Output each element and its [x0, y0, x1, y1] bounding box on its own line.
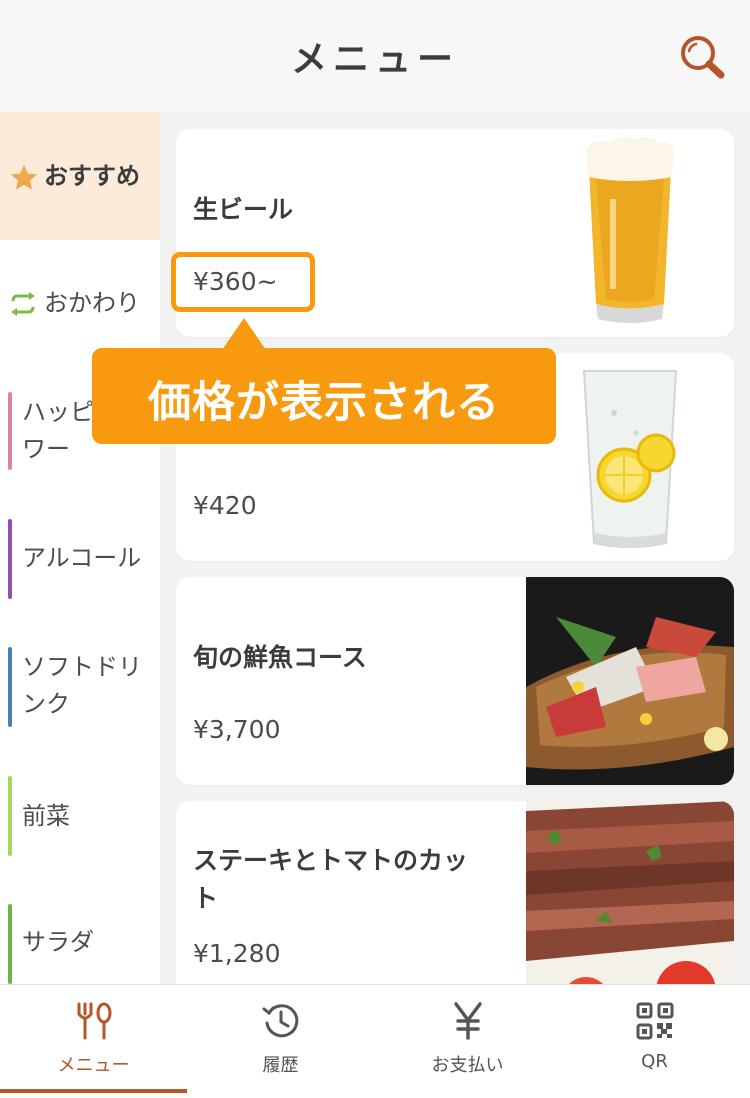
menu-item-name: ステーキとトマトのカッ ト: [193, 842, 513, 918]
sidebar-item-label: おすすめ: [44, 162, 140, 190]
sidebar-item-alcohol[interactable]: アルコール: [0, 492, 160, 618]
menu-item-name: 旬の鮮魚コース: [193, 643, 367, 672]
category-color-bar: [8, 392, 12, 470]
yen-icon: [454, 1002, 482, 1040]
header-bar: メニュー: [0, 0, 750, 112]
sidebar-item-label: サラダ: [22, 928, 94, 956]
tab-payment[interactable]: お支払い: [374, 985, 561, 1098]
category-color-bar: [8, 776, 12, 856]
category-color-bar: [8, 519, 12, 599]
tab-history[interactable]: 履歴: [187, 985, 374, 1098]
sidebar-item-label: おかわり: [44, 289, 140, 317]
callout-bubble: 価格が表示される: [92, 348, 556, 444]
tab-label: QR: [641, 1051, 668, 1072]
menu-item-price: ¥1,280: [193, 939, 281, 968]
sidebar-item-label-line2: ワー: [22, 435, 70, 463]
menu-item-name-line2: ト: [193, 884, 219, 913]
sashimi-platter-image: [526, 577, 734, 785]
tab-label: メニュー: [57, 1055, 130, 1076]
steak-tomato-image: [526, 801, 734, 984]
lemon-sour-image: [526, 353, 734, 561]
star-icon: [11, 165, 37, 190]
sidebar-item-label: 前菜: [22, 802, 70, 830]
bottom-navigation: メニュー 履歴 お支払い QR: [0, 984, 750, 1098]
active-tab-indicator: [0, 1089, 187, 1093]
sidebar-item-appetizer[interactable]: 前菜: [0, 744, 160, 870]
tab-menu[interactable]: メニュー: [0, 985, 187, 1098]
sidebar-item-label: アルコール: [22, 544, 142, 572]
menu-item-card[interactable]: 旬の鮮魚コース ¥3,700: [176, 577, 734, 785]
category-sidebar: おすすめ おかわり ハッピ ワー アルコール ソフトドリ ンク 前菜 サラダ: [0, 112, 160, 984]
menu-item-name-line1: ステーキとトマトのカッ: [193, 846, 469, 875]
tab-label: お支払い: [431, 1055, 504, 1076]
sidebar-item-label-line2: ンク: [22, 690, 70, 718]
tab-qr[interactable]: QR: [561, 985, 748, 1098]
menu-item-price: ¥3,700: [193, 715, 281, 744]
search-icon[interactable]: [678, 34, 726, 80]
tab-label: 履歴: [262, 1055, 299, 1076]
cutlery-icon: [77, 1002, 112, 1040]
sidebar-item-label-line1: ソフトドリ: [22, 653, 142, 681]
price-highlight-box: [171, 252, 315, 312]
sidebar-item-label-line1: ハッピ: [22, 398, 94, 426]
category-color-bar: [8, 904, 12, 984]
history-icon: [262, 1004, 299, 1038]
refresh-icon: [11, 292, 35, 316]
sidebar-item-salad[interactable]: サラダ: [0, 870, 160, 984]
menu-item-list: 生ビール ¥360~ ¥420 旬の鮮魚コース ¥3,700 ステーキとトマトの…: [160, 112, 750, 984]
qr-icon: [636, 1002, 674, 1040]
menu-item-card[interactable]: ステーキとトマトのカッ ト ¥1,280: [176, 801, 734, 984]
callout-arrow: [222, 318, 266, 350]
sidebar-item-recommended[interactable]: おすすめ: [0, 112, 160, 240]
sidebar-item-soft-drink[interactable]: ソフトドリ ンク: [0, 618, 160, 744]
menu-item-price: ¥420: [193, 491, 257, 520]
menu-item-name: 生ビール: [193, 195, 294, 224]
beer-glass-image: [526, 129, 734, 337]
page-title: メニュー: [290, 39, 459, 80]
callout-text: 価格が表示される: [148, 378, 500, 428]
category-color-bar: [8, 647, 12, 727]
